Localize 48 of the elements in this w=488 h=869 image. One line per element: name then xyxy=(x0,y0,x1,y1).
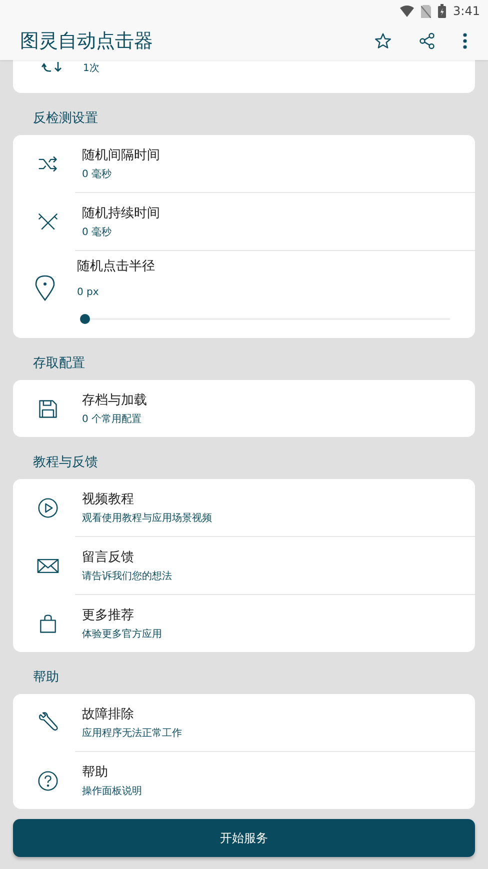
battery-icon xyxy=(438,4,446,18)
slider-thumb[interactable] xyxy=(80,314,90,324)
row-subtitle: 0 毫秒 xyxy=(82,226,113,239)
row-subtitle: 应用程序无法正常工作 xyxy=(82,726,182,740)
wifi-icon xyxy=(400,5,414,17)
row-title: 更多推荐 xyxy=(82,607,135,624)
section-title: 反检测设置 xyxy=(32,110,99,128)
play-icon xyxy=(36,496,58,518)
crossed-arrows-icon xyxy=(36,210,58,232)
row-subtitle: 操作面板说明 xyxy=(82,784,142,798)
row-title: 留言反馈 xyxy=(82,549,135,566)
share-icon[interactable] xyxy=(418,32,436,50)
section-title: 帮助 xyxy=(32,669,60,687)
no-sim-icon xyxy=(421,4,432,18)
row-subtitle: 请告诉我们您的想法 xyxy=(82,570,172,583)
settings-row[interactable]: 帮助 操作面板说明 xyxy=(13,752,475,809)
settings-row[interactable]: 存档与加载 0 个常用配置 xyxy=(13,380,475,437)
more-menu-icon[interactable] xyxy=(462,32,468,50)
wrench-icon xyxy=(36,712,58,734)
section-title: 教程与反馈 xyxy=(32,454,99,472)
row-title: 随机间隔时间 xyxy=(82,147,160,164)
settings-row[interactable]: 留言反馈 请告诉我们您的想法 xyxy=(13,537,475,594)
help-icon xyxy=(36,770,58,792)
row-subtitle: 1次 xyxy=(83,62,100,75)
row-title: 故障排除 xyxy=(82,706,135,723)
row-title: 存档与加载 xyxy=(82,392,147,409)
row-subtitle: 体验更多官方应用 xyxy=(82,628,162,641)
row-title: 视频教程 xyxy=(82,491,135,508)
status-time: 3:41 xyxy=(453,4,480,18)
row-subtitle: 观看使用教程与应用场景视频 xyxy=(82,512,212,525)
settings-row[interactable]: 视频教程 观看使用教程与应用场景视频 xyxy=(13,479,475,536)
start-service-button[interactable]: 开始服务 xyxy=(13,819,475,857)
repeat-icon xyxy=(41,61,63,73)
slider-value: 0 px xyxy=(77,287,100,298)
row-subtitle: 0 个常用配置 xyxy=(82,412,143,426)
settings-row[interactable]: 随机间隔时间 0 毫秒 xyxy=(13,135,475,192)
settings-row[interactable]: 随机持续时间 0 毫秒 xyxy=(13,193,475,250)
row-subtitle: 0 毫秒 xyxy=(82,168,113,181)
star-icon[interactable] xyxy=(374,32,392,50)
settings-row[interactable]: 更多推荐 体验更多官方应用 xyxy=(13,595,475,652)
row-title: 随机持续时间 xyxy=(82,205,160,222)
row-title: 随机点击半径 xyxy=(77,258,156,275)
settings-row[interactable]: 故障排除 应用程序无法正常工作 xyxy=(13,694,475,751)
save-icon xyxy=(36,398,58,420)
section-title: 存取配置 xyxy=(32,355,86,373)
row-title: 帮助 xyxy=(82,764,109,781)
location-pin-icon xyxy=(35,275,55,301)
app-title: 图灵自动点击器 xyxy=(20,29,153,54)
